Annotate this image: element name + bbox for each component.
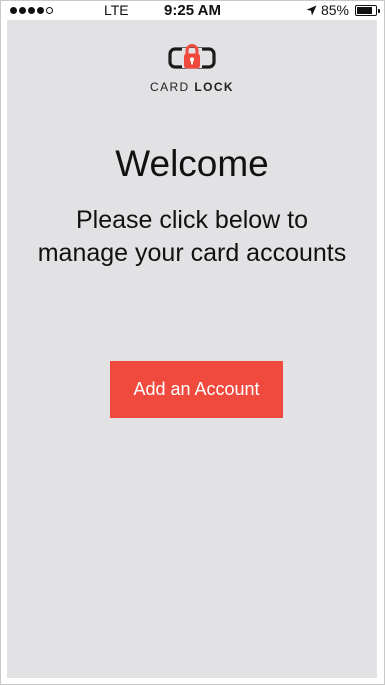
battery-icon — [355, 4, 380, 16]
welcome-title: Welcome — [115, 143, 269, 184]
status-bar: LTE 9:25 AM 85% — [1, 1, 384, 20]
status-right: 85% — [306, 2, 380, 18]
battery-percent: 85% — [320, 2, 349, 18]
app-screen: CARD LOCK Welcome Please click below to … — [7, 20, 377, 678]
add-account-button[interactable]: Add an Account — [110, 361, 283, 418]
instructions-text: Please click below to manage your card a… — [37, 206, 347, 267]
padlock-card-icon — [166, 41, 218, 71]
logo-wordmark: CARD LOCK — [7, 80, 377, 94]
logo-text-lock: LOCK — [194, 80, 234, 94]
logo-text-card: CARD — [150, 80, 195, 94]
card-lock-logo: CARD LOCK — [7, 41, 377, 94]
location-arrow-icon — [306, 5, 317, 16]
battery-fill — [357, 6, 373, 14]
